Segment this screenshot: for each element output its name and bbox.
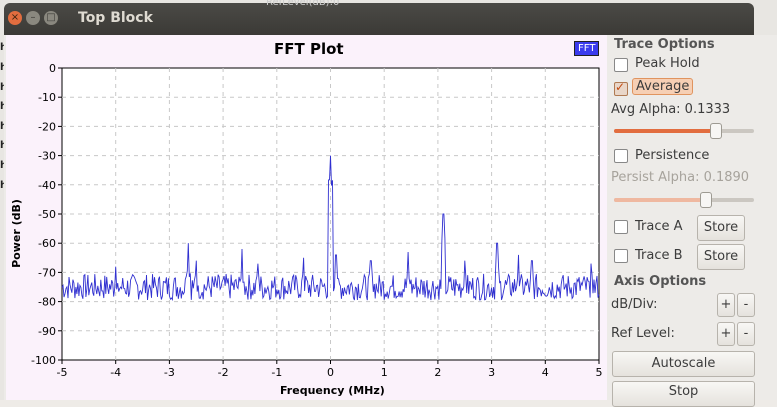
- y-tick-label: -40: [38, 179, 56, 192]
- x-tick-label: -2: [218, 366, 229, 379]
- y-tick-label: -10: [38, 91, 56, 104]
- trace-options-header: Trace Options: [614, 37, 715, 52]
- x-tick-label: 3: [488, 366, 495, 379]
- x-tick-label: -1: [271, 366, 282, 379]
- avg-alpha-slider-handle[interactable]: [709, 123, 722, 139]
- window-content: FFT Plot FFT Power (dB) Frequency (MHz) …: [4, 35, 777, 407]
- average-checkbox[interactable]: [614, 80, 628, 96]
- y-tick-label: -80: [38, 296, 56, 309]
- peak-hold-label[interactable]: Peak Hold: [635, 56, 700, 71]
- trace-b-label[interactable]: Trace B: [635, 248, 683, 263]
- y-tick-label: -20: [38, 120, 56, 133]
- autoscale-button[interactable]: Autoscale: [612, 351, 755, 377]
- trace-a-label[interactable]: Trace A: [635, 219, 683, 234]
- x-tick-label: -5: [57, 366, 68, 379]
- axis-options-header: Axis Options: [614, 274, 707, 289]
- stop-button[interactable]: Stop: [612, 381, 755, 407]
- trace-a-store-button[interactable]: Store: [697, 215, 745, 241]
- peak-hold-checkbox[interactable]: [614, 58, 628, 72]
- window-title: Top Block: [78, 10, 153, 26]
- persistence-checkbox[interactable]: [614, 149, 628, 163]
- close-icon[interactable]: ×: [8, 11, 22, 25]
- avg-alpha-label: Avg Alpha: 0.1333: [611, 102, 731, 117]
- x-tick-label: 4: [542, 366, 549, 379]
- y-tick-label: -30: [38, 150, 56, 163]
- persist-alpha-slider[interactable]: [614, 192, 754, 208]
- ref-level-decrease-button[interactable]: -: [737, 322, 755, 346]
- y-tick-label: -100: [31, 354, 56, 367]
- average-label[interactable]: Average: [632, 78, 694, 95]
- persist-alpha-slider-fill: [614, 198, 705, 202]
- db-div-decrease-button[interactable]: -: [737, 293, 755, 317]
- y-tick-label: 0: [49, 62, 56, 75]
- trace-b-store-button[interactable]: Store: [697, 244, 745, 270]
- persist-alpha-slider-handle[interactable]: [700, 192, 712, 208]
- x-tick-label: -3: [164, 366, 175, 379]
- ref-level-increase-button[interactable]: +: [717, 322, 735, 346]
- persist-alpha-label: Persist Alpha: 0.1890: [611, 170, 750, 185]
- y-tick-label: -50: [38, 208, 56, 221]
- x-tick-label: 2: [434, 366, 441, 379]
- y-tick-label: -90: [38, 325, 56, 338]
- y-tick-label: -60: [38, 237, 56, 250]
- fft-chart[interactable]: 0-10-20-30-40-50-60-70-80-90-100-5 -4 -3 -2…: [6, 35, 607, 400]
- x-tick-label: 0: [327, 366, 334, 379]
- side-panel: Trace Options Peak Hold Average Avg Alph…: [610, 35, 760, 407]
- persistence-label[interactable]: Persistence: [635, 148, 709, 163]
- x-tick-label: -4: [110, 366, 121, 379]
- maximize-icon[interactable]: □: [44, 11, 58, 25]
- avg-alpha-slider[interactable]: [614, 123, 754, 139]
- background-text: RefLevel(dB):0: [266, 0, 340, 8]
- trace-b-checkbox[interactable]: [614, 249, 628, 263]
- db-div-label: dB/Div:: [611, 297, 658, 312]
- x-tick-label: 1: [381, 366, 388, 379]
- title-bar[interactable]: RefLevel(dB):0 × – □ Top Block: [4, 0, 754, 35]
- trace-a-checkbox[interactable]: [614, 220, 628, 234]
- ref-level-label: Ref Level:: [611, 326, 675, 341]
- y-tick-label: -70: [38, 266, 56, 279]
- avg-alpha-slider-fill: [614, 129, 715, 133]
- db-div-increase-button[interactable]: +: [717, 293, 735, 317]
- top-block-window: RefLevel(dB):0 × – □ Top Block FFT Plot …: [0, 0, 777, 407]
- minimize-icon[interactable]: –: [26, 11, 40, 25]
- x-tick-label: 5: [596, 366, 603, 379]
- fft-plot-area[interactable]: FFT Plot FFT Power (dB) Frequency (MHz) …: [6, 35, 607, 400]
